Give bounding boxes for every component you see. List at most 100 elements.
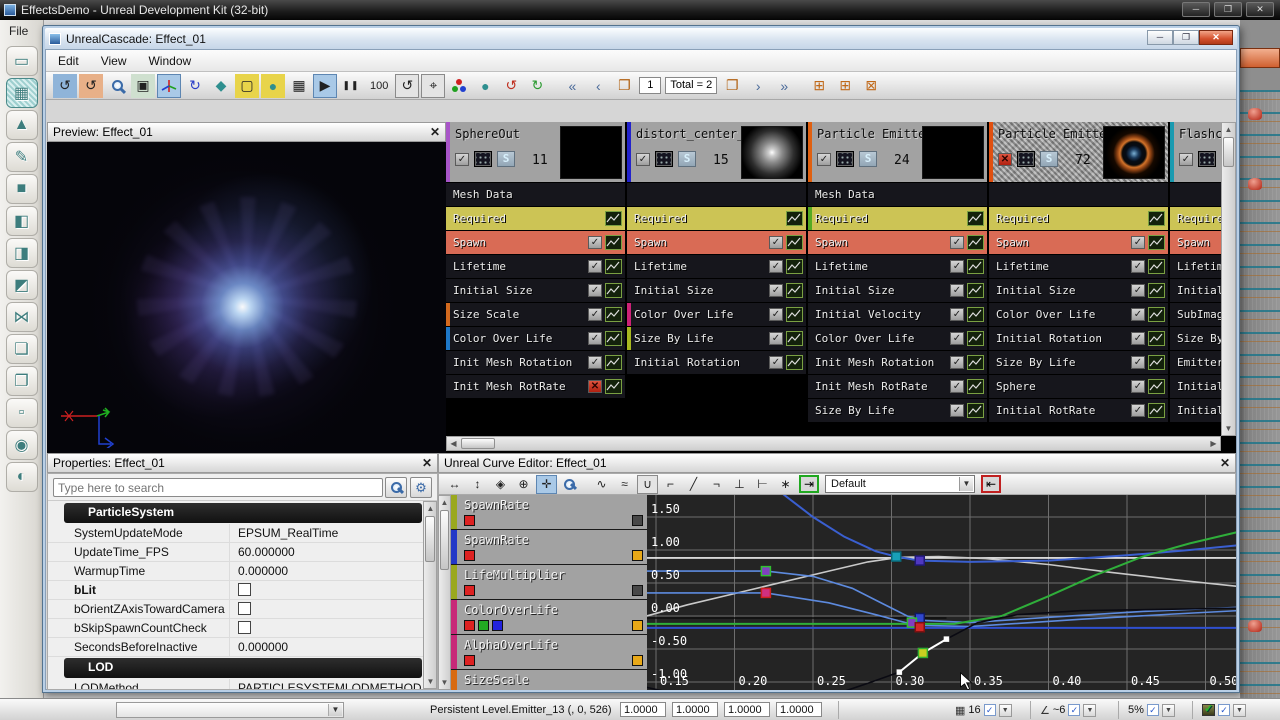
view-bounds-button[interactable]: ▢ — [235, 74, 259, 98]
enabled-checkbox[interactable]: ✓ — [1131, 260, 1145, 273]
curve-graph[interactable]: 1.501.000.500.00-0.50-1.000.150.200.250.… — [647, 495, 1236, 690]
enabled-checkbox[interactable]: ✓ — [1131, 356, 1145, 369]
curve-graph-icon[interactable] — [1148, 259, 1165, 274]
enabled-checkbox[interactable]: ✓ — [1131, 236, 1145, 249]
curve-keypoint[interactable] — [918, 648, 927, 657]
module-row[interactable]: Init Mesh Rotation✓ — [446, 351, 625, 374]
emitter-vertical-scrollbar[interactable]: ▲ ▼ — [1221, 122, 1236, 436]
toolbar-show-eye[interactable]: ◉ — [6, 430, 38, 460]
fit-all-button[interactable]: ◈ — [490, 475, 511, 494]
toolbar-select-box[interactable]: ▫ — [6, 398, 38, 428]
main-close-button[interactable]: ✕ — [1246, 2, 1274, 17]
module-row[interactable]: Spawn✓ — [808, 231, 987, 254]
save-checkbox[interactable]: ✓ — [1218, 704, 1230, 716]
module-row[interactable]: Init Mesh RotRate✕ — [446, 375, 625, 398]
enabled-checkbox[interactable]: ✓ — [769, 236, 783, 249]
channel-swatch[interactable] — [464, 655, 475, 666]
tangent-break-button[interactable]: ⌐ — [660, 475, 681, 494]
curve-graph-icon[interactable] — [786, 283, 803, 298]
straighten-tangents-button[interactable]: ⊢ — [752, 475, 773, 494]
curve-graph-icon[interactable] — [967, 355, 984, 370]
lod-next-button[interactable]: › — [746, 74, 770, 98]
curve-graph-icon[interactable] — [605, 307, 622, 322]
module-row[interactable]: Mesh Data — [808, 183, 987, 206]
chevron-down-icon[interactable]: ▼ — [1162, 704, 1175, 717]
cascade-restore-button[interactable]: ❐ — [1173, 30, 1199, 45]
disabled-cross-checkbox[interactable]: ✕ — [588, 380, 602, 393]
module-row[interactable]: Color Over Life✓ — [808, 327, 987, 350]
render-mode-button[interactable] — [474, 151, 492, 167]
track-visibility-swatch[interactable] — [632, 515, 643, 526]
solo-button[interactable]: S — [1040, 151, 1058, 167]
fit-horizontal-button[interactable]: ↔ — [444, 475, 465, 494]
curve-keypoint[interactable] — [761, 567, 770, 576]
background-color-button[interactable]: ● — [261, 74, 285, 98]
enabled-checkbox[interactable]: ✓ — [588, 236, 602, 249]
view-motion-button[interactable]: ↻ — [183, 74, 207, 98]
zoom-mode-button[interactable] — [559, 475, 580, 494]
track-visibility-swatch[interactable] — [632, 620, 643, 631]
render-sphere-button[interactable]: ● — [473, 74, 497, 98]
toolbar-cube-brush[interactable]: ■ — [6, 174, 38, 204]
thumbnail-zoom-button[interactable] — [105, 74, 129, 98]
cascade-titlebar[interactable]: UnrealCascade: Effect_01 ─ ❐ ✕ — [45, 28, 1237, 49]
module-row[interactable]: Mesh Data — [446, 183, 625, 206]
redo-button[interactable]: ↻ — [525, 74, 549, 98]
enabled-checkbox[interactable]: ✓ — [950, 404, 964, 417]
status-combo[interactable]: ▼ — [116, 702, 344, 718]
toolbar-terrain-mode[interactable]: ▲ — [6, 110, 38, 140]
enabled-checkbox[interactable]: ✓ — [588, 284, 602, 297]
toolbar-camera-mode[interactable]: ▦ — [6, 78, 38, 108]
enabled-checkbox[interactable]: ✓ — [1179, 153, 1193, 166]
enabled-checkbox[interactable]: ✓ — [950, 236, 964, 249]
module-row[interactable]: Color Over Life✓ — [446, 327, 625, 350]
scroll-left-arrow[interactable]: ◀ — [447, 437, 460, 450]
scroll-down-arrow[interactable]: ▼ — [1222, 422, 1235, 435]
curve-track[interactable]: SizeScale — [451, 670, 647, 690]
chevron-down-icon[interactable]: ▼ — [999, 704, 1012, 717]
enabled-checkbox[interactable]: ✓ — [455, 153, 469, 166]
module-row[interactable]: Initial RotRate✓ — [989, 399, 1168, 422]
pause-button[interactable]: ❚❚ — [339, 74, 363, 98]
track-visibility-swatch[interactable] — [632, 550, 643, 561]
emitter-header[interactable]: Particle Emitter✓S24 — [808, 122, 987, 183]
enabled-checkbox[interactable]: ✓ — [1131, 284, 1145, 297]
enabled-checkbox[interactable]: ✓ — [950, 380, 964, 393]
enabled-checkbox[interactable]: ✓ — [950, 332, 964, 345]
enabled-checkbox[interactable]: ✓ — [1131, 308, 1145, 321]
curve-graph-icon[interactable] — [605, 235, 622, 250]
menu-view[interactable]: View — [101, 54, 127, 68]
view-geometry-button[interactable]: ◆ — [209, 74, 233, 98]
track-visibility-swatch[interactable] — [632, 655, 643, 666]
lod-add-after-button[interactable]: ⊞ — [833, 74, 857, 98]
enabled-checkbox[interactable]: ✓ — [1131, 404, 1145, 417]
pan-mode-button[interactable]: ✛ — [536, 475, 557, 494]
toolbar-csg-add[interactable]: ❏ — [6, 334, 38, 364]
tangent-auto-button[interactable]: ∿ — [591, 475, 612, 494]
module-row[interactable]: Spawn✓ — [627, 231, 806, 254]
module-row[interactable]: Initial Size✓ — [446, 279, 625, 302]
show-all-tangents-button[interactable]: ∗ — [775, 475, 796, 494]
channel-swatch[interactable] — [492, 620, 503, 631]
scroll-thumb[interactable] — [440, 510, 449, 570]
curve-graph-icon[interactable] — [967, 331, 984, 346]
curve-graph-icon[interactable] — [605, 259, 622, 274]
enabled-checkbox[interactable]: ✓ — [588, 260, 602, 273]
curve-graph-icon[interactable] — [967, 307, 984, 322]
property-row[interactable]: UpdateTime_FPS60.000000 — [48, 543, 424, 562]
lod-prev-button[interactable]: ‹ — [586, 74, 610, 98]
render-mode-button[interactable] — [1198, 151, 1216, 167]
preset-dropdown[interactable]: Default ▼ — [825, 475, 975, 493]
channel-swatch[interactable] — [464, 620, 475, 631]
enabled-checkbox[interactable]: ✓ — [769, 332, 783, 345]
delete-tab-button[interactable]: ⇤ — [981, 475, 1001, 493]
curve-graph-icon[interactable] — [1148, 211, 1165, 226]
module-row[interactable]: Sphere✓ — [989, 375, 1168, 398]
module-row[interactable]: Lifetime✓ — [808, 255, 987, 278]
curve-keypoint[interactable] — [761, 588, 770, 597]
toolbar-sheet-brush[interactable]: ⋈ — [6, 302, 38, 332]
lod-delete-button[interactable]: ⊠ — [859, 74, 883, 98]
curve-graph-icon[interactable] — [967, 283, 984, 298]
module-row[interactable]: Lifetime✓ — [627, 255, 806, 278]
render-mode-button[interactable] — [655, 151, 673, 167]
